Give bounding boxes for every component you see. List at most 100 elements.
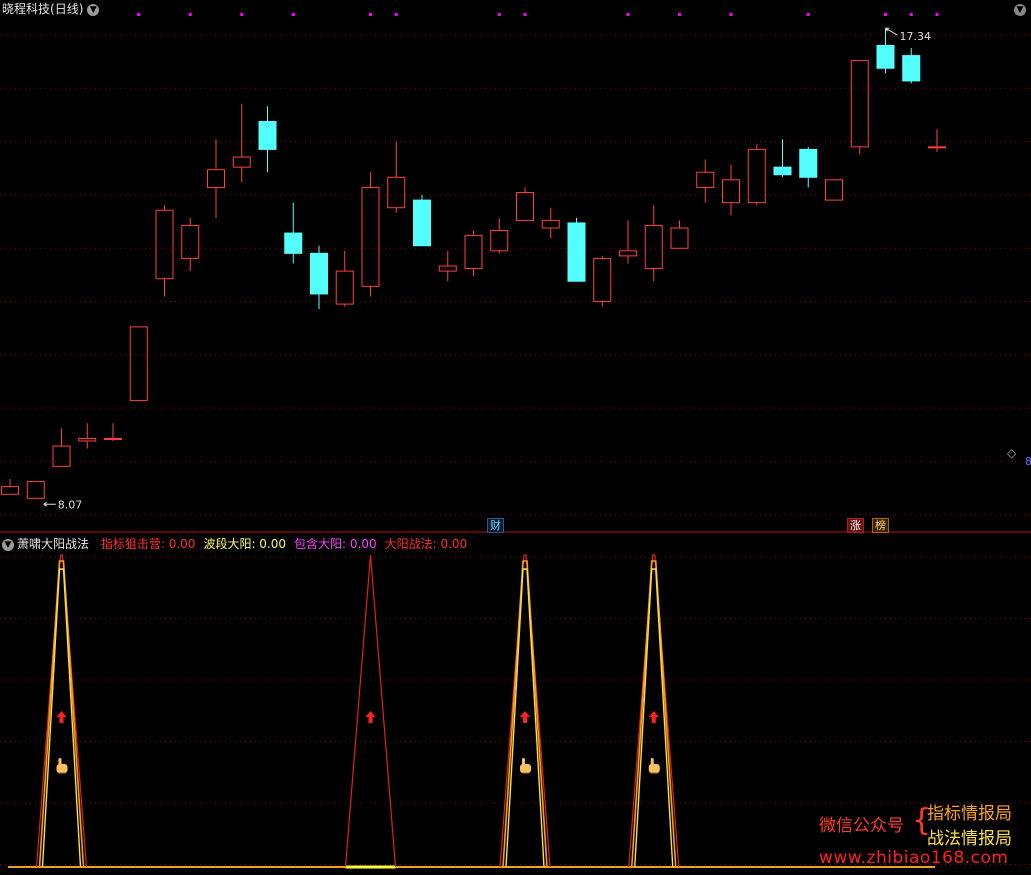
candle-body (876, 44, 895, 69)
pointing-hand-icon (56, 758, 68, 774)
watermark-wechat: 微信公众号 (819, 816, 904, 836)
candle-body (310, 252, 328, 295)
price-panel-header: 晓程科技(日线) ▼ (2, 0, 100, 17)
candle-body (722, 179, 740, 204)
pointing-hand-icon (520, 758, 531, 774)
event-badge-finance[interactable]: 财 (487, 518, 504, 533)
candle-body (696, 171, 715, 188)
indicator-item-label: 指标狙击营: (100, 537, 165, 551)
up-arrow-icon (520, 711, 530, 723)
signal-dot (369, 13, 372, 16)
candle-body (670, 227, 689, 249)
indicator-series[interactable] (8, 554, 935, 869)
signal-dot (935, 13, 939, 16)
signal-dot (240, 13, 244, 16)
stock-title: 晓程科技 (2, 2, 51, 16)
indicator-item-value: 0.00 (436, 537, 468, 551)
signal-dot (188, 13, 192, 16)
candle-body (78, 437, 97, 442)
candle-body (541, 219, 560, 229)
indicator-item-value: 0.00 (255, 537, 287, 551)
price-annotations: 17.34 8.07 (43, 27, 932, 511)
dropdown-icon[interactable]: ▼ (87, 3, 100, 16)
candle-body (567, 222, 586, 282)
up-arrow-icon (56, 711, 67, 723)
high-pointer-icon (885, 27, 898, 36)
candle-body (232, 156, 251, 168)
candle-body (335, 270, 354, 305)
candle-body (361, 186, 380, 287)
signal-dot (626, 13, 630, 16)
candle-body (207, 169, 225, 188)
stock-chart-app: 17.34 8.07 晓程科技(日线) ▼ ▼ ◇ 8 财 涨 榜 ▼ 萧啸大阳战法 … (0, 0, 1031, 875)
signal-dots-row (137, 13, 939, 16)
candle-body (155, 209, 174, 280)
watermark-url: www.zhibiao168.com (819, 848, 1009, 868)
signal-dot (137, 13, 141, 16)
period-label: (日线) (50, 2, 84, 16)
event-badge-ranking[interactable]: 榜 (872, 518, 889, 533)
indicator-item-value: 0.00 (346, 537, 377, 551)
indicator-header: ▼ 萧啸大阳战法 指标狙击营: 0.00 波段大阳: 0.00 包含大阳: 0.00 大… (2, 535, 467, 552)
candle-body (26, 481, 45, 499)
indicator-item-0: 指标狙击营: 0.00 (101, 537, 196, 551)
candle-body (438, 265, 457, 272)
chart-canvas: 17.34 8.07 (0, 13, 1031, 869)
candle-body (181, 224, 200, 259)
candle-body (850, 60, 869, 148)
indicator-item-3: 大阳战法: 0.00 (385, 537, 468, 551)
signal-dot (291, 13, 295, 16)
indicator-item-label: 包含大阳: (294, 537, 347, 551)
high-price-label: 17.34 (900, 30, 932, 43)
candle-body (825, 179, 843, 201)
signal-dot (394, 13, 398, 16)
candle-body (516, 192, 534, 221)
candle-body (928, 146, 946, 149)
chevron-down-icon[interactable]: ▼ (1014, 3, 1026, 16)
candle-body (619, 250, 637, 257)
signal-dot (909, 13, 913, 16)
candle-body (593, 257, 612, 303)
chart-grid (0, 34, 1031, 865)
candle-body (284, 232, 303, 254)
candle-body (464, 235, 483, 270)
up-arrow-icon (648, 711, 659, 723)
panel-menu-button[interactable]: ▼ (1010, 0, 1026, 18)
candle-body (773, 166, 792, 176)
event-badge-limit-up[interactable]: 涨 (847, 518, 864, 533)
candle-body (387, 176, 406, 209)
signal-dot (523, 13, 527, 16)
watermark-name2: 战法情报局 (927, 829, 1012, 849)
indicator-item-label: 大阳战法: (384, 537, 437, 551)
signal-dot (806, 13, 810, 16)
up-arrow-icon (365, 711, 376, 723)
candle-body (258, 121, 277, 150)
hand-palm (56, 764, 68, 773)
dropdown-icon[interactable]: ▼ (2, 538, 14, 551)
hand-palm (520, 764, 531, 773)
indicator-item-label: 波段大阳: (203, 537, 256, 551)
pointing-hand-icon (648, 758, 660, 774)
candle-body (104, 437, 122, 440)
right-axis-marker: 8 (1025, 455, 1031, 468)
signal-dot (729, 13, 733, 16)
candle-body (902, 55, 921, 82)
signal-dot (884, 13, 887, 16)
signal-dot (497, 13, 501, 16)
signal-dot (678, 13, 681, 16)
indicator-item-value: 0.00 (164, 537, 196, 551)
indicator-item-2: 包含大阳: 0.00 (294, 537, 377, 551)
low-price-label: 8.07 (58, 498, 83, 511)
candle-body (129, 326, 148, 401)
candle-body (1, 486, 19, 495)
candle-body (52, 445, 71, 467)
candle-body (799, 148, 818, 178)
watermark-name1: 指标情报局 (927, 804, 1012, 824)
candle-body (413, 199, 431, 247)
indicator-name: 萧啸大阳战法 (17, 537, 90, 551)
indicator-values: 指标狙击营: 0.00 波段大阳: 0.00 包含大阳: 0.00 大阳战法: 0.0… (93, 537, 467, 551)
diamond-icon[interactable]: ◇ (1007, 446, 1016, 460)
candlestick-series[interactable] (1, 28, 946, 499)
indicator-item-1: 波段大阳: 0.00 (203, 537, 286, 551)
candle-body (644, 224, 663, 270)
